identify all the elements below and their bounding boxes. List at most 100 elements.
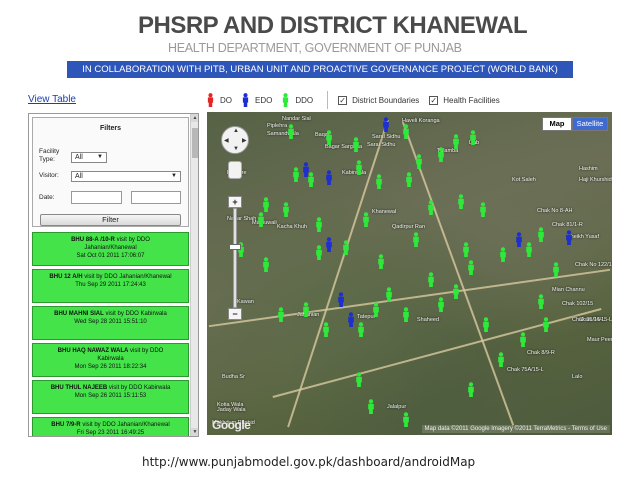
view-table-link[interactable]: View Table (28, 94, 76, 105)
ddo-visit-marker[interactable] (377, 254, 385, 269)
visit-item[interactable]: BHU 88-A /10-R visit by DDO Jahanian/Kha… (32, 232, 189, 266)
visit-visitor: Jahanian/Khanewal (117, 422, 170, 428)
ddo-visit-marker[interactable] (427, 272, 435, 287)
district-boundaries-checkbox[interactable]: ✓ (338, 95, 348, 105)
ddo-visit-marker[interactable] (437, 297, 445, 312)
map-place-label: Chak 81/1-R (552, 222, 583, 228)
visit-item[interactable]: BHU 12 A/H visit by DDO Jahanian/Khanewa… (32, 269, 189, 303)
ddo-visit-marker[interactable] (462, 242, 470, 257)
map-place-label: Lalo (572, 374, 583, 380)
district-boundaries-toggle[interactable]: ✓ District Boundaries (338, 95, 419, 105)
edo-visit-marker[interactable] (515, 232, 523, 247)
sidebar-scrollbar[interactable]: ▲ ▼ (190, 114, 198, 436)
ddo-visit-marker[interactable] (467, 382, 475, 397)
ddo-visit-marker[interactable] (482, 317, 490, 332)
ddo-visit-marker[interactable] (257, 212, 265, 227)
ddo-visit-marker[interactable] (367, 399, 375, 414)
ddo-visit-marker[interactable] (412, 232, 420, 247)
scroll-down-icon[interactable]: ▼ (191, 428, 198, 436)
zoom-out-button[interactable]: − (228, 308, 242, 320)
filter-button[interactable]: Filter (40, 214, 181, 226)
scroll-thumb[interactable] (192, 128, 198, 158)
zoom-in-button[interactable]: + (228, 196, 242, 208)
pan-control-icon[interactable]: ▲ ▼ ◀ ▶ (221, 126, 249, 154)
ddo-visit-marker[interactable] (352, 137, 360, 152)
visit-item[interactable]: BHU MAHNI SIAL visit by DDO Kabirwala We… (32, 306, 189, 340)
ddo-visit-marker[interactable] (287, 124, 295, 139)
visit-by: visit by DDO (82, 422, 116, 428)
ddo-visit-marker[interactable] (405, 172, 413, 187)
ddo-visit-marker[interactable] (542, 317, 550, 332)
ddo-visit-marker[interactable] (415, 154, 423, 169)
visit-item[interactable]: BHU 7/9-R visit by DDO Jahanian/Khanewal… (32, 417, 189, 436)
satellite-view-button[interactable]: Satellite (572, 117, 608, 131)
ddo-visit-marker[interactable] (552, 262, 560, 277)
visit-item[interactable]: BHU HAQ NAWAZ WALA visit by DDO Kabirwal… (32, 343, 189, 377)
zoom-slider-track[interactable] (233, 208, 237, 308)
map-place-label: Mian Channu (552, 287, 585, 293)
ddo-visit-marker[interactable] (525, 242, 533, 257)
legend-label-edo: EDO (255, 95, 273, 105)
ddo-visit-marker[interactable] (402, 124, 410, 139)
edo-visit-marker[interactable] (325, 237, 333, 252)
ddo-visit-marker[interactable] (537, 227, 545, 242)
map-place-label: Shaheed (417, 317, 440, 323)
ddo-visit-marker[interactable] (452, 284, 460, 299)
ddo-visit-marker[interactable] (469, 130, 477, 145)
edo-visit-marker[interactable] (382, 117, 390, 132)
map-view-button[interactable]: Map (542, 117, 572, 131)
ddo-visit-marker[interactable] (537, 294, 545, 309)
ddo-visit-marker[interactable] (307, 172, 315, 187)
ddo-visit-marker[interactable] (402, 412, 410, 427)
visit-facility: BHU HAQ NAWAZ WALA (57, 348, 129, 354)
ddo-visit-marker[interactable] (362, 212, 370, 227)
visit-item[interactable]: BHU THUL NAJEEB visit by DDO Kabirwala M… (32, 380, 189, 414)
visit-datetime: Mon Sep 26 2011 18:22:34 (74, 364, 147, 370)
map-place-label: Maur Peer (587, 337, 612, 343)
ddo-visit-marker[interactable] (282, 202, 290, 217)
map-attribution[interactable]: Map data ©2011 Google Imagery ©2011 Terr… (421, 425, 610, 433)
street-view-pegman-icon[interactable] (228, 161, 242, 179)
ddo-visit-marker[interactable] (479, 202, 487, 217)
ddo-visit-marker[interactable] (322, 322, 330, 337)
ddo-visit-marker[interactable] (355, 160, 363, 175)
ddo-visit-marker[interactable] (452, 134, 460, 149)
ddo-visit-marker[interactable] (315, 245, 323, 260)
health-facilities-checkbox[interactable]: ✓ (429, 95, 439, 105)
ddo-visit-marker[interactable] (437, 147, 445, 162)
ddo-visit-marker[interactable] (325, 130, 333, 145)
visitor-select[interactable]: All ▼ (71, 171, 181, 182)
date-from-input[interactable] (71, 191, 122, 204)
ddo-visit-marker[interactable] (402, 307, 410, 322)
zoom-slider-handle[interactable] (229, 244, 241, 250)
edo-visit-marker[interactable] (337, 292, 345, 307)
satellite-map[interactable]: Nandar Sial Piplehra Samandwala Haveli Kora… (207, 112, 612, 435)
health-facilities-toggle[interactable]: ✓ Health Facilities (429, 95, 500, 105)
ddo-visit-marker[interactable] (355, 372, 363, 387)
ddo-visit-marker[interactable] (262, 257, 270, 272)
ddo-visit-marker[interactable] (357, 322, 365, 337)
facility-type-select[interactable]: All ▼ (71, 152, 107, 163)
ddo-visit-marker[interactable] (499, 247, 507, 262)
ddo-visit-marker[interactable] (315, 217, 323, 232)
ddo-visit-marker[interactable] (427, 200, 435, 215)
visit-visitor: Jahanian/Khanewal (84, 245, 137, 251)
ddo-visit-marker[interactable] (375, 174, 383, 189)
ddo-visit-marker[interactable] (342, 240, 350, 255)
date-to-input[interactable] (131, 191, 181, 204)
edo-visit-marker[interactable] (347, 312, 355, 327)
ddo-visit-marker[interactable] (385, 287, 393, 302)
ddo-visit-marker[interactable] (292, 167, 300, 182)
ddo-visit-marker[interactable] (372, 302, 380, 317)
ddo-visit-marker[interactable] (277, 307, 285, 322)
ddo-visit-marker[interactable] (262, 197, 270, 212)
edo-visit-marker[interactable] (325, 170, 333, 185)
ddo-visit-marker[interactable] (497, 352, 505, 367)
ddo-visit-marker[interactable] (457, 194, 465, 209)
ddo-visit-marker[interactable] (519, 332, 527, 347)
scroll-up-icon[interactable]: ▲ (191, 114, 198, 122)
ddo-visit-marker[interactable] (467, 260, 475, 275)
ddo-visit-marker[interactable] (302, 302, 310, 317)
map-place-label: Hashim (579, 166, 598, 172)
edo-visit-marker[interactable] (565, 230, 573, 245)
